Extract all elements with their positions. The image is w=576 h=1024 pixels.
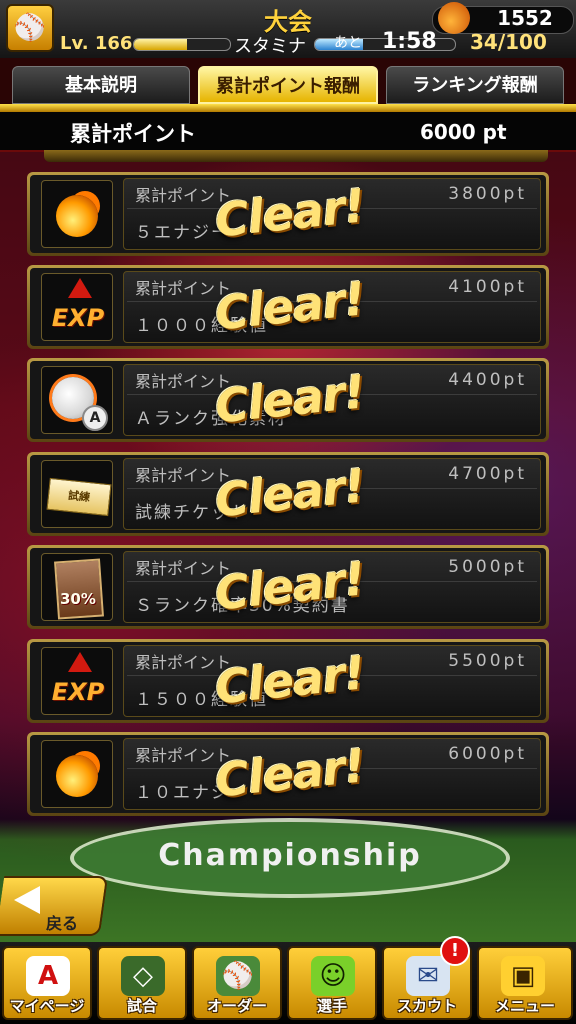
exp-text: EXP: [51, 678, 105, 706]
exp-text: EXP: [51, 304, 105, 332]
points-value: 6000 pt: [420, 120, 507, 144]
reward-card[interactable]: EXP 累計ポイント 5500pt １５００経験値 Clear!: [27, 639, 549, 723]
back-arrow-icon: [14, 886, 40, 914]
order-icon: ⚾: [216, 956, 260, 996]
rank-badge: A: [82, 405, 108, 431]
level-label: Lv.: [60, 33, 89, 54]
points-label: 累計ポイント: [70, 122, 196, 146]
ticket-text: 試練: [46, 477, 112, 517]
level-progress-fill: [134, 39, 187, 50]
exp-icon: EXP: [41, 273, 113, 341]
tab-cumulative-rewards[interactable]: 累計ポイント報酬: [198, 66, 378, 104]
nav-mypage[interactable]: A マイページ: [2, 946, 92, 1020]
ticket-icon: 試練: [41, 460, 113, 528]
reward-points: 4400pt: [448, 370, 527, 390]
stamina-timer: 1:58: [382, 29, 437, 54]
fireball-icon: [41, 180, 113, 248]
nav-label: マイページ: [9, 997, 85, 1015]
partial-reward-card: [44, 150, 548, 162]
nav-players[interactable]: ☺ 選手: [287, 946, 377, 1020]
nav-label: 選手: [316, 997, 347, 1015]
nav-label: メニュー: [494, 997, 555, 1015]
reward-card[interactable]: 累計ポイント 6000pt １０エナジー Clear!: [27, 732, 549, 816]
exp-icon: EXP: [41, 647, 113, 715]
level-display: Lv. 166: [60, 33, 132, 54]
scout-notification-badge: !: [440, 936, 470, 966]
reward-card[interactable]: 試練 累計ポイント 4700pt 試練チケット Clear!: [27, 452, 549, 536]
baseball-a-rank-icon: A: [41, 366, 113, 434]
energy-coin-icon: [438, 2, 470, 34]
stamina-label: スタミナ: [234, 36, 306, 57]
scout-icon: ✉: [406, 956, 450, 996]
reward-points: 5000pt: [448, 557, 527, 577]
nav-label: スカウト: [396, 997, 457, 1015]
reward-points: 6000pt: [448, 744, 527, 764]
team-logo-icon[interactable]: ⚾: [6, 4, 54, 52]
reward-card[interactable]: A 累計ポイント 4400pt Ａランク強化素材 Clear!: [27, 358, 549, 442]
level-value: 166: [94, 33, 133, 54]
field-logo-text: Championship: [158, 838, 422, 873]
contract-icon: 30%: [41, 553, 113, 621]
menu-icon: ▣: [501, 956, 545, 996]
nav-match[interactable]: ◇ 試合: [97, 946, 187, 1020]
reward-card[interactable]: 30% 累計ポイント 5000pt Ｓランク確率30%契約書 Clear!: [27, 545, 549, 629]
reward-points: 4700pt: [448, 464, 527, 484]
reward-points: 3800pt: [448, 184, 527, 204]
fireball-icon: [41, 740, 113, 808]
reward-card[interactable]: 累計ポイント 3800pt ５エナジー Clear!: [27, 172, 549, 256]
tab-ranking-rewards[interactable]: ランキング報酬: [386, 66, 564, 104]
tab-basic-info[interactable]: 基本説明: [12, 66, 190, 104]
reward-points: 4100pt: [448, 277, 527, 297]
reward-points: 5500pt: [448, 651, 527, 671]
nav-menu[interactable]: ▣ メニュー: [477, 946, 573, 1020]
mypage-icon: A: [26, 956, 70, 996]
nav-label: オーダー: [206, 997, 267, 1015]
nav-label: 試合: [126, 997, 157, 1015]
reward-card[interactable]: EXP 累計ポイント 4100pt １０００経験値 Clear!: [27, 265, 549, 349]
player-icon: ☺: [311, 956, 355, 996]
stamina-remaining-label: あと: [334, 35, 362, 51]
back-button-label: 戻る: [46, 914, 79, 933]
stadium-icon: ◇: [121, 956, 165, 996]
contract-percent: 30%: [60, 590, 96, 608]
nav-order[interactable]: ⚾ オーダー: [192, 946, 282, 1020]
coin-count: 1552: [497, 6, 553, 30]
level-progress-bar: [133, 38, 231, 51]
tab-underline: [0, 104, 576, 112]
stamina-value: 34/100: [470, 30, 547, 54]
